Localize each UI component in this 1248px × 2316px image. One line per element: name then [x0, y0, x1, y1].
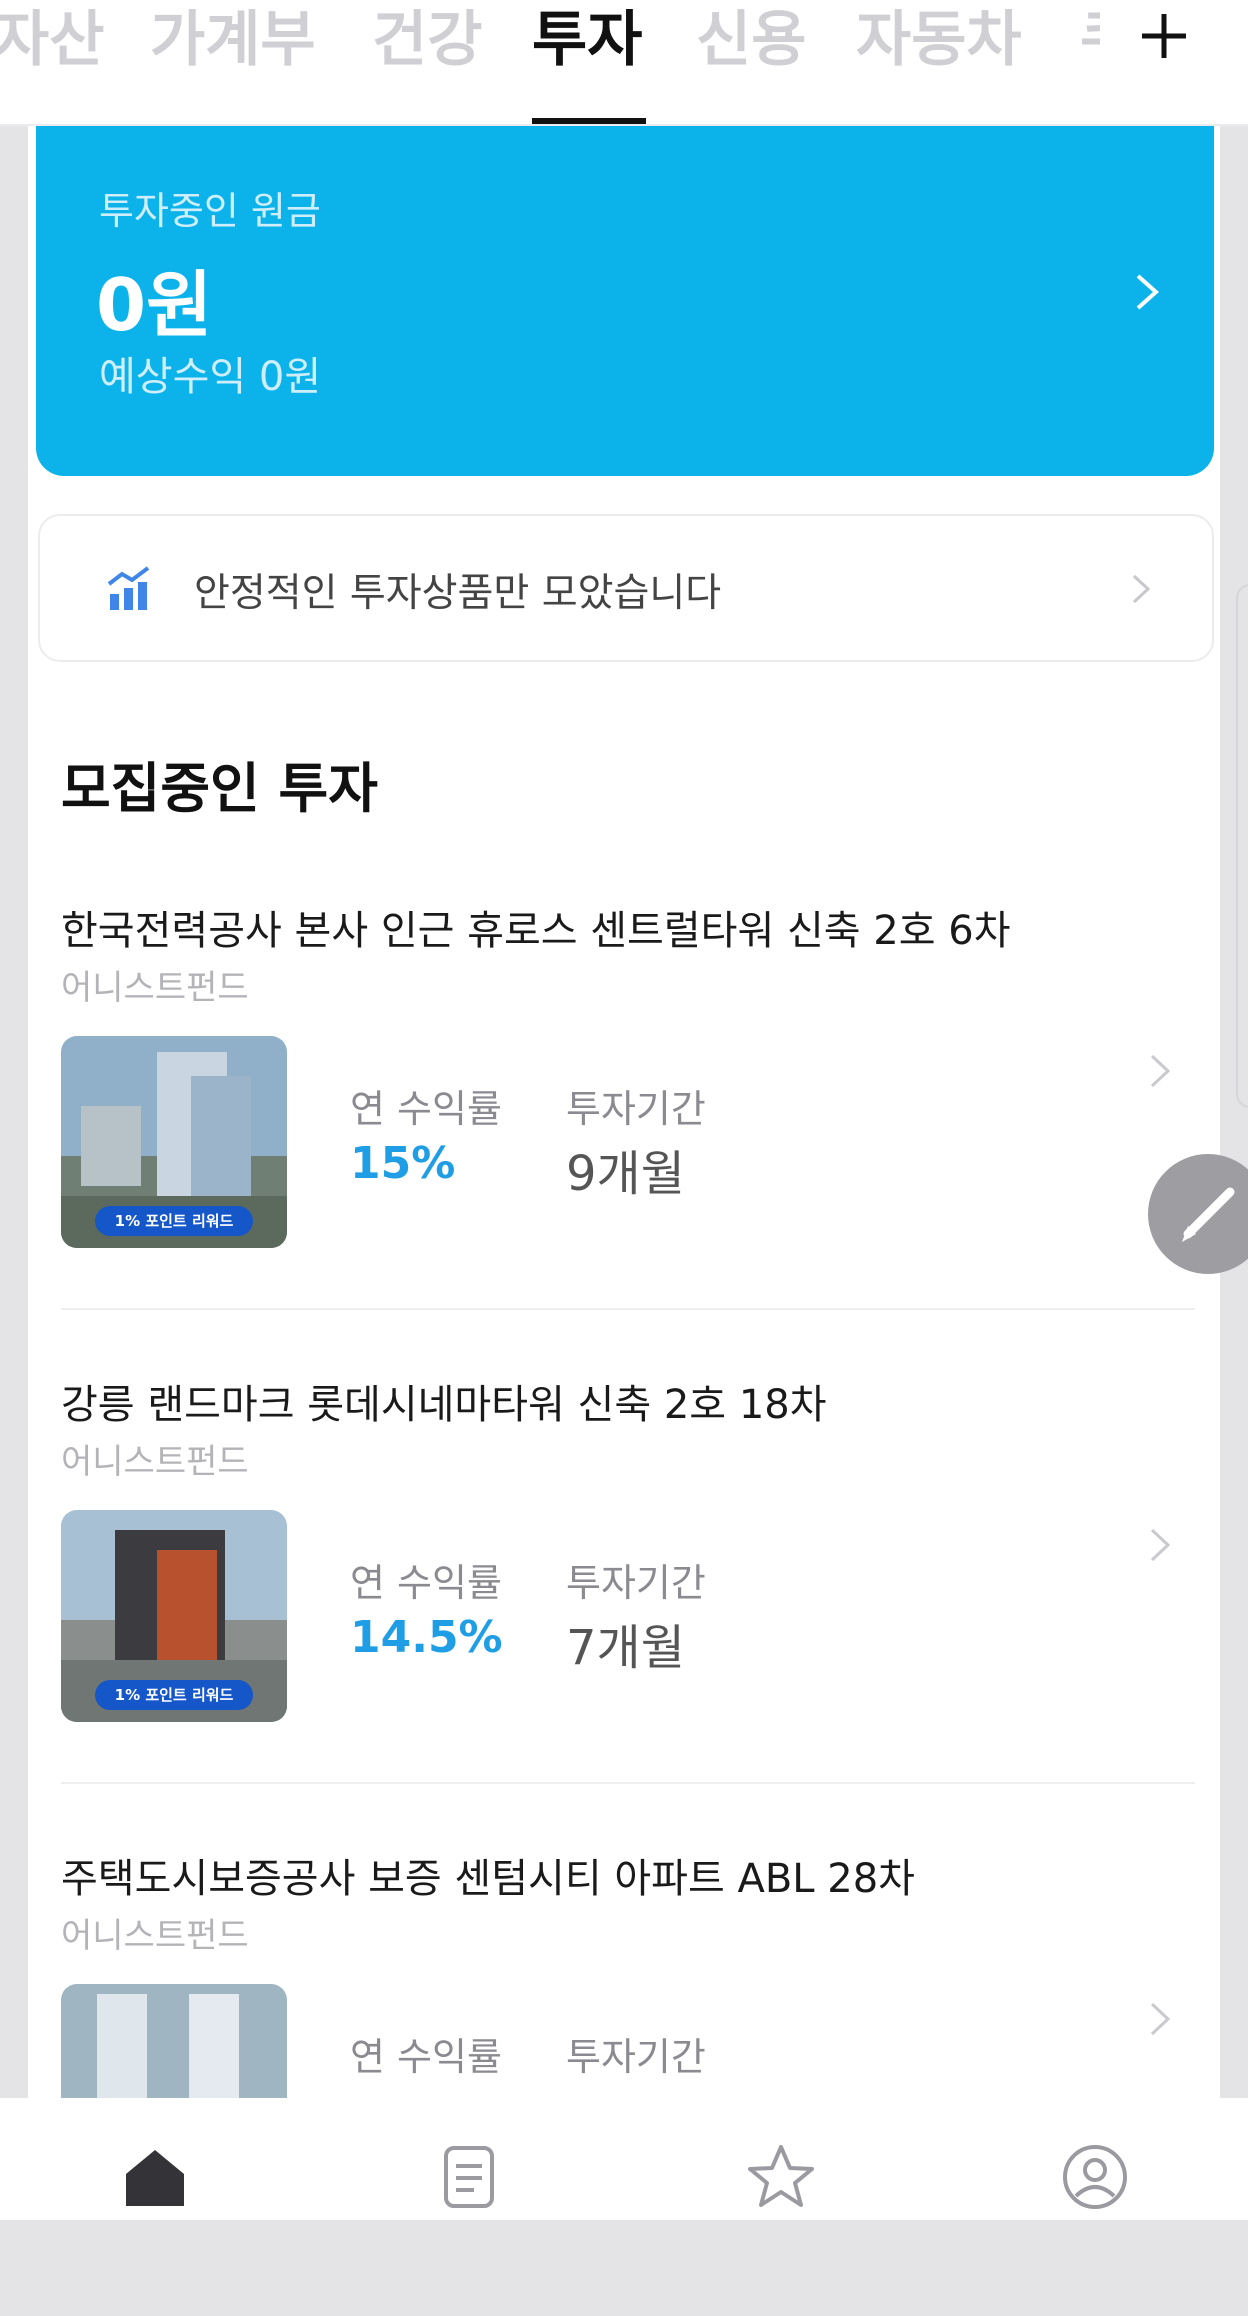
- divider: [61, 1782, 1195, 1784]
- principal-amount: 0원: [96, 263, 213, 347]
- active-tab-indicator: [532, 118, 646, 124]
- tab-car[interactable]: 자동차: [856, 0, 1022, 124]
- chevron-right-icon: [1150, 1528, 1171, 1562]
- list-item[interactable]: 주택도시보증공사 보증 센텀시티 아파트 ABL 28차 어니스트펀드 연 수익…: [0, 1846, 1248, 2316]
- annual-rate: 14.5%: [350, 1612, 503, 1663]
- investment-summary-card[interactable]: 투자중인 원금 0원 예상수익 0원: [36, 124, 1214, 476]
- pencil-icon: [1182, 1187, 1235, 1242]
- bar-chart-icon: [107, 566, 150, 610]
- term-label: 투자기간: [566, 2035, 706, 2079]
- side-panel-handle[interactable]: [1236, 584, 1248, 1108]
- chevron-right-icon: [1150, 2002, 1171, 2036]
- tab-health[interactable]: 건강: [372, 0, 482, 124]
- building-thumbnail: 1% 포인트 리워드: [61, 1036, 287, 1248]
- chevron-right-icon: [1150, 1054, 1171, 1088]
- rate-label: 연 수익률: [350, 1561, 502, 1605]
- item-provider: 어니스트펀드: [61, 1442, 249, 1482]
- tab-credit[interactable]: 신용: [696, 0, 806, 124]
- annual-rate: 15%: [350, 1138, 456, 1189]
- profile-icon[interactable]: [1060, 2142, 1130, 2212]
- chevron-right-icon: [1132, 574, 1151, 604]
- principal-label: 투자중인 원금: [99, 189, 321, 233]
- tab-investment[interactable]: 투자: [532, 0, 642, 124]
- expected-return: 예상수익 0원: [99, 354, 322, 400]
- term-label: 투자기간: [566, 1561, 706, 1605]
- divider: [61, 1308, 1195, 1310]
- section-title: 모집중인 투자: [61, 757, 378, 820]
- tab-assets[interactable]: 자산: [0, 0, 104, 124]
- item-provider: 어니스트펀드: [61, 968, 249, 1008]
- rate-label: 연 수익률: [350, 1087, 502, 1131]
- item-title: 주택도시보증공사 보증 센텀시티 아파트 ABL 28차: [61, 1856, 915, 1902]
- investment-term: 7개월: [566, 1620, 685, 1676]
- bottom-navigation: [0, 2098, 1248, 2220]
- reward-badge: 1% 포인트 리워드: [95, 1206, 253, 1236]
- rate-label: 연 수익률: [350, 2035, 502, 2079]
- list-item[interactable]: 강릉 랜드마크 롯데시네마타워 신축 2호 18차 어니스트펀드 1% 포인트 …: [0, 1372, 1248, 1842]
- reward-badge: 1% 포인트 리워드: [95, 1680, 253, 1710]
- item-title: 한국전력공사 본사 인근 휴로스 센트럴타워 신축 2호 6차: [61, 908, 1011, 954]
- banner-text: 안정적인 투자상품만 모았습니다: [194, 571, 722, 616]
- document-icon[interactable]: [434, 2142, 504, 2212]
- term-label: 투자기간: [566, 1087, 706, 1131]
- plus-icon[interactable]: [1136, 8, 1192, 64]
- category-tab-bar: 자산 가계부 건강 투자 신용 자동차 쿠: [0, 0, 1248, 126]
- list-item[interactable]: 한국전력공사 본사 인근 휴로스 센트럴타워 신축 2호 6차 어니스트펀드 1…: [0, 898, 1248, 1368]
- home-icon[interactable]: [120, 2142, 190, 2212]
- chevron-right-icon: [1136, 274, 1160, 310]
- edit-button[interactable]: [1148, 1154, 1248, 1274]
- item-title: 강릉 랜드마크 롯데시네마타워 신축 2호 18차: [61, 1382, 827, 1428]
- tab-ledger[interactable]: 가계부: [150, 0, 316, 124]
- item-provider: 어니스트펀드: [61, 1916, 249, 1956]
- star-icon[interactable]: [746, 2142, 816, 2212]
- building-thumbnail: 1% 포인트 리워드: [61, 1510, 287, 1722]
- stable-products-banner[interactable]: 안정적인 투자상품만 모았습니다: [38, 514, 1214, 662]
- investment-term: 9개월: [566, 1146, 685, 1202]
